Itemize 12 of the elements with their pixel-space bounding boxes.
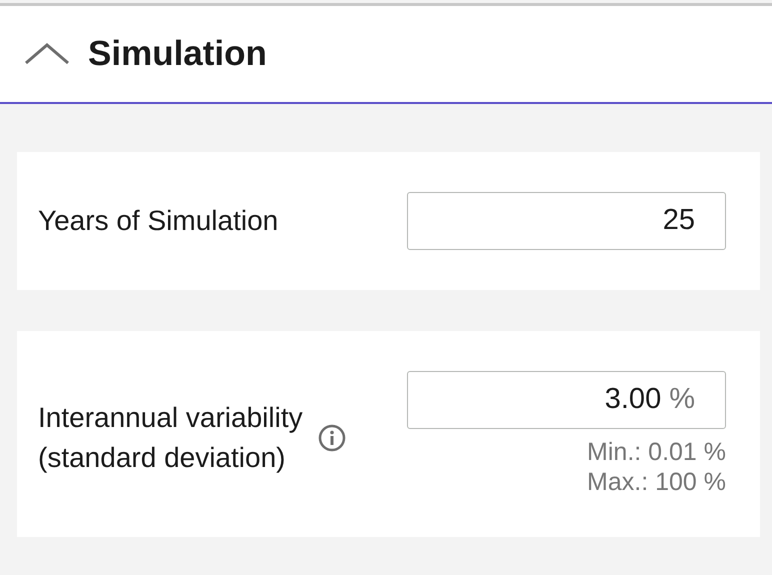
min-hint: Min.: 0.01 % [587,437,726,467]
value-input[interactable]: 3.00 [418,378,662,422]
info-icon[interactable] [318,424,346,452]
collapse-toggle[interactable] [24,43,70,65]
field-label: Interannual variability (standard deviation) [38,401,304,475]
number-field[interactable]: 25 [407,192,726,250]
field-label: Years of Simulation [38,204,278,238]
section-title: Simulation [88,33,267,75]
value-input[interactable]: 25 [418,199,695,243]
chevron-up-icon [24,43,70,65]
max-hint: Max.: 100 % [587,467,726,497]
number-field[interactable]: 3.00 % [407,371,726,429]
